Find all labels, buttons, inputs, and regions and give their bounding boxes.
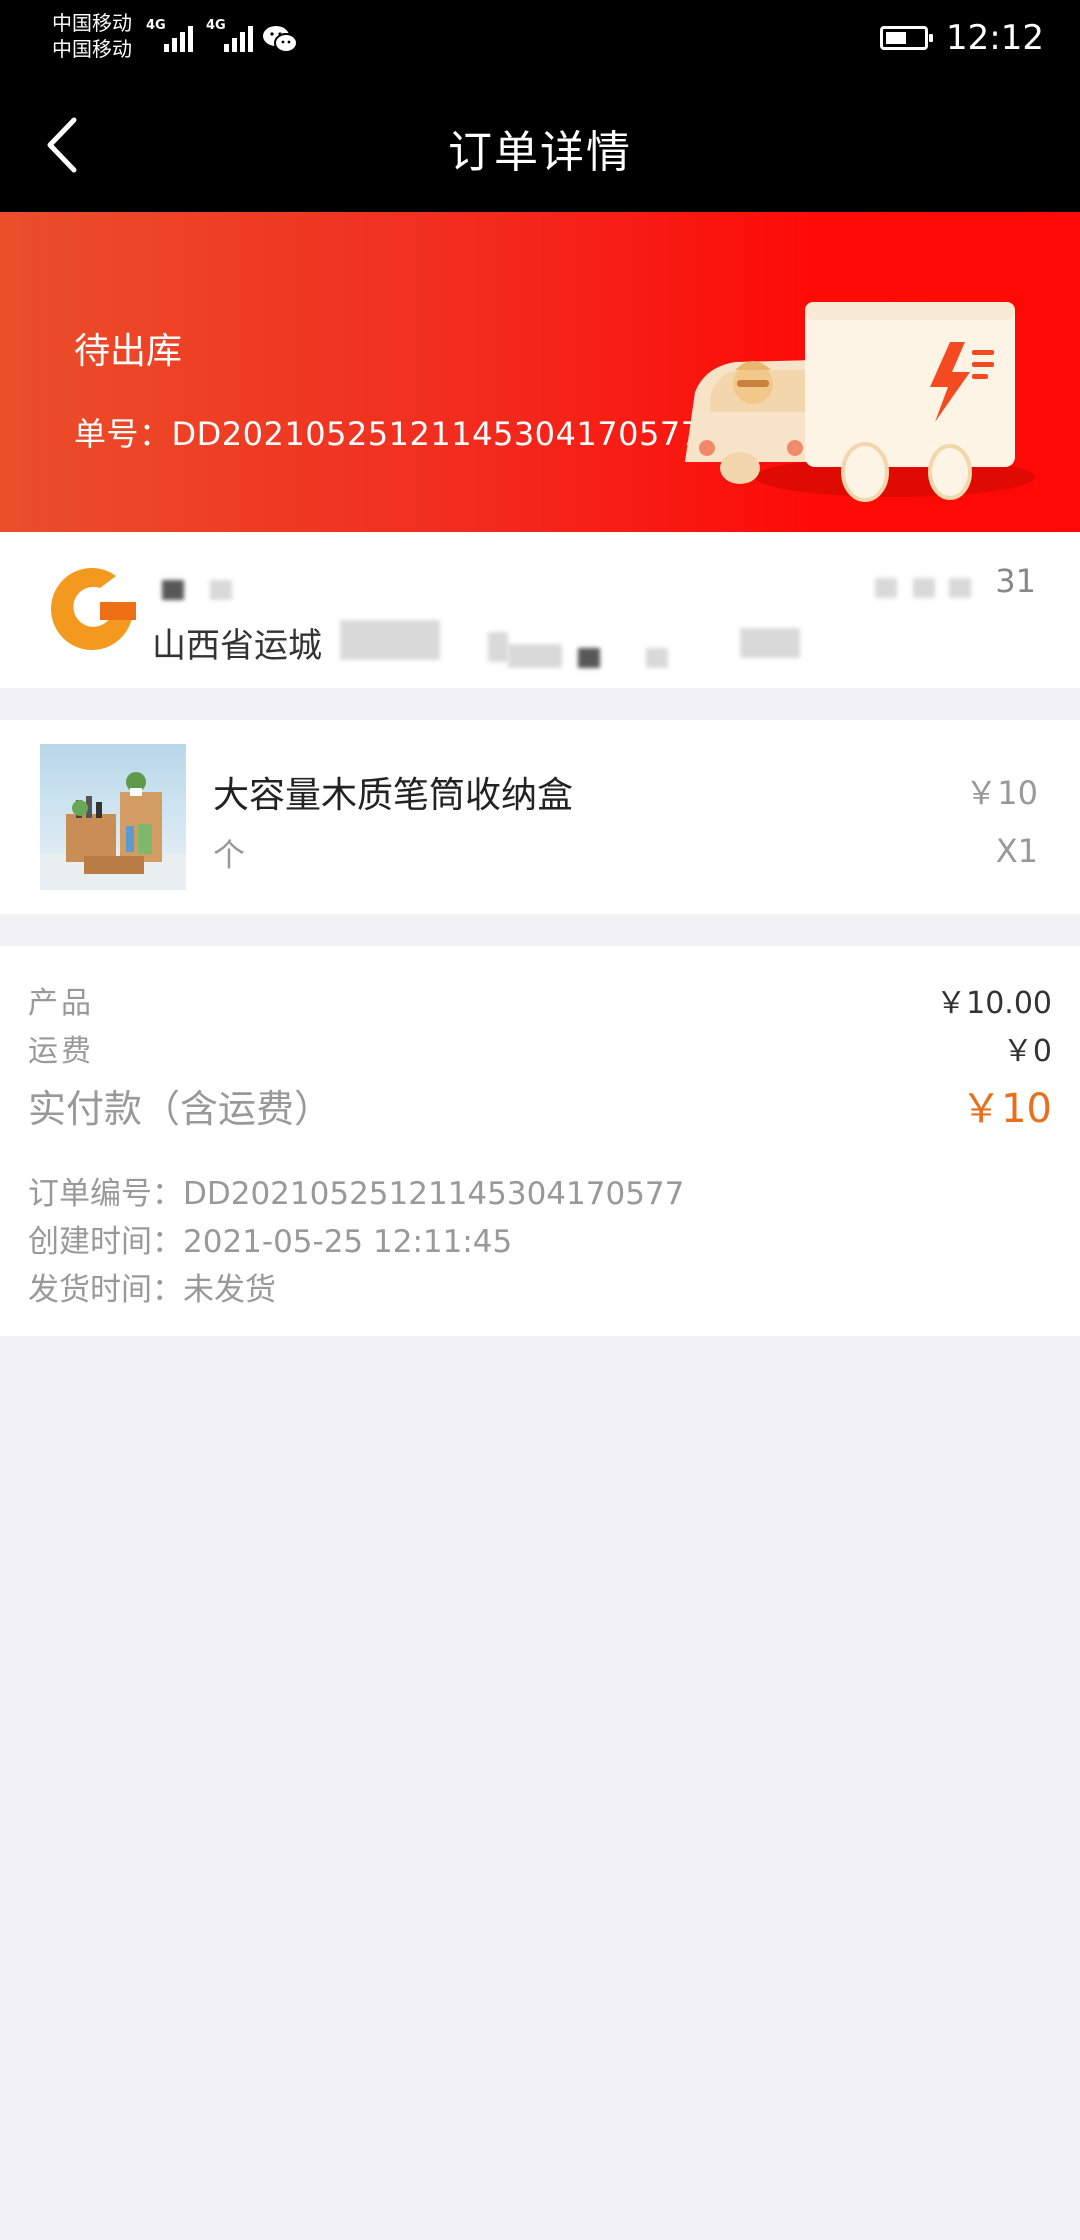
wechat-icon bbox=[263, 26, 298, 53]
order-summary-card: 产品 ￥10.00 运费 ￥0 实付款（含运费） ￥10 订单编号：DD2021… bbox=[0, 946, 1080, 1336]
product-item[interactable]: 大容量木质笔筒收纳盒 个 ￥10 X1 bbox=[0, 720, 1080, 914]
product-unit: 个 bbox=[213, 836, 246, 874]
order-status: 待出库 bbox=[74, 331, 183, 372]
product-name: 大容量木质笔筒收纳盒 bbox=[213, 775, 574, 816]
carrier-names: 中国移动 中国移动 bbox=[52, 10, 132, 62]
product-subtotal-row: 产品 ￥10.00 bbox=[28, 978, 1052, 1022]
order-status-banner: 待出库 单号：DD20210525121145304170577 bbox=[0, 212, 1080, 532]
signal-2-icon: 4G bbox=[206, 18, 253, 52]
product-image bbox=[40, 744, 186, 890]
address-redaction bbox=[646, 648, 668, 668]
phone-suffix: 31 bbox=[995, 562, 1036, 600]
total-value: ￥10 bbox=[961, 1086, 1052, 1132]
carrier-2: 中国移动 bbox=[52, 37, 132, 61]
product-price: ￥10 bbox=[965, 774, 1038, 812]
status-bar: 中国移动 中国移动 4G 4G 12:12 bbox=[0, 0, 1080, 76]
address-redaction bbox=[740, 628, 800, 658]
signal-1-icon: 4G bbox=[146, 18, 193, 52]
created-time: 创建时间：2021-05-25 12:11:45 bbox=[28, 1224, 513, 1260]
carrier-1: 中国移动 bbox=[52, 11, 132, 35]
product-subtotal-value: ￥10.00 bbox=[936, 986, 1052, 1021]
store-logo-icon bbox=[51, 567, 136, 650]
order-number: 订单编号：DD20210525121145304170577 bbox=[28, 1176, 685, 1212]
battery-icon bbox=[880, 26, 933, 50]
banner-order-number: 单号：DD20210525121145304170577 bbox=[74, 415, 702, 453]
address-visible-text: 山西省运城 bbox=[152, 626, 322, 666]
shipping-row: 运费 ￥0 bbox=[28, 1026, 1052, 1070]
delivery-truck-illustration bbox=[685, 302, 1035, 502]
address-card[interactable]: 31 山西省运城 bbox=[0, 532, 1080, 688]
page-title: 订单详情 bbox=[448, 127, 632, 178]
shipping-label: 运费 bbox=[28, 1034, 94, 1069]
product-quantity: X1 bbox=[995, 832, 1038, 870]
shipping-value: ￥0 bbox=[1002, 1034, 1052, 1069]
battery-fill bbox=[886, 32, 906, 44]
recipient-phone: 31 bbox=[875, 562, 1036, 600]
recipient-address: 山西省运城 bbox=[152, 618, 322, 667]
clock: 12:12 bbox=[946, 18, 1044, 58]
address-redaction bbox=[340, 620, 440, 660]
address-redaction bbox=[488, 632, 508, 662]
nav-bar: 订单详情 bbox=[0, 76, 1080, 212]
total-label: 实付款（含运费） bbox=[28, 1087, 333, 1131]
ship-time: 发货时间：未发货 bbox=[28, 1272, 276, 1308]
address-redaction bbox=[578, 648, 600, 668]
product-subtotal-label: 产品 bbox=[28, 986, 94, 1021]
total-row: 实付款（含运费） ￥10 bbox=[28, 1076, 1052, 1134]
address-redaction bbox=[508, 644, 562, 668]
